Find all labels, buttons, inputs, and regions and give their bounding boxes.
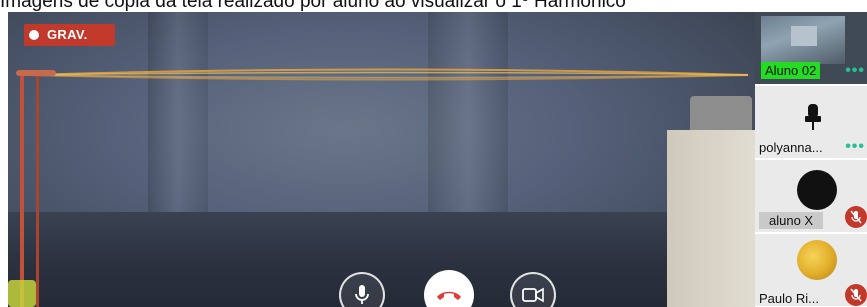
participant-tile[interactable]: polyanna... •••: [755, 86, 867, 159]
caption-banner: Imagens de cópia da tela realizado por a…: [0, 0, 867, 12]
phone-hangup-icon: [437, 291, 461, 300]
recording-badge: GRAV.: [24, 24, 115, 46]
participant-tile[interactable]: Paulo Ri...: [755, 234, 867, 307]
curtain-fold: [148, 12, 208, 222]
mic-muted-icon: [845, 284, 867, 306]
more-options-icon[interactable]: •••: [845, 62, 865, 80]
participant-tile[interactable]: Aluno 02 •••: [755, 12, 867, 85]
curtain-fold: [428, 12, 508, 222]
recording-label: GRAV.: [47, 27, 88, 42]
mic-muted-icon: [845, 206, 867, 228]
vibrator-box: [667, 130, 755, 307]
participant-name: Aluno 02: [761, 62, 821, 79]
video-camera-icon: [522, 287, 544, 303]
participant-name: Paulo Ri...: [759, 291, 819, 306]
base-object: [8, 280, 36, 307]
support-pole: [36, 74, 39, 307]
main-video: GRAV.: [8, 12, 755, 307]
record-dot-icon: [29, 30, 39, 40]
microphone-icon: [355, 285, 369, 304]
hand-raise-icon: [805, 104, 821, 130]
participant-tile[interactable]: aluno X: [755, 160, 867, 233]
participant-video-thumbnail: [761, 16, 845, 64]
avatar: [797, 170, 837, 210]
support-pole: [20, 74, 24, 307]
vibrating-string: [28, 68, 748, 81]
participants-panel: Aluno 02 ••• polyanna... ••• aluno X Pau…: [755, 12, 867, 307]
participant-name: polyanna...: [759, 140, 823, 155]
more-options-icon[interactable]: •••: [845, 138, 865, 156]
support-clamp: [16, 70, 56, 76]
participant-name: aluno X: [759, 212, 824, 229]
caption-text: Imagens de cópia da tela realizado por a…: [0, 0, 626, 12]
avatar: [797, 240, 837, 280]
